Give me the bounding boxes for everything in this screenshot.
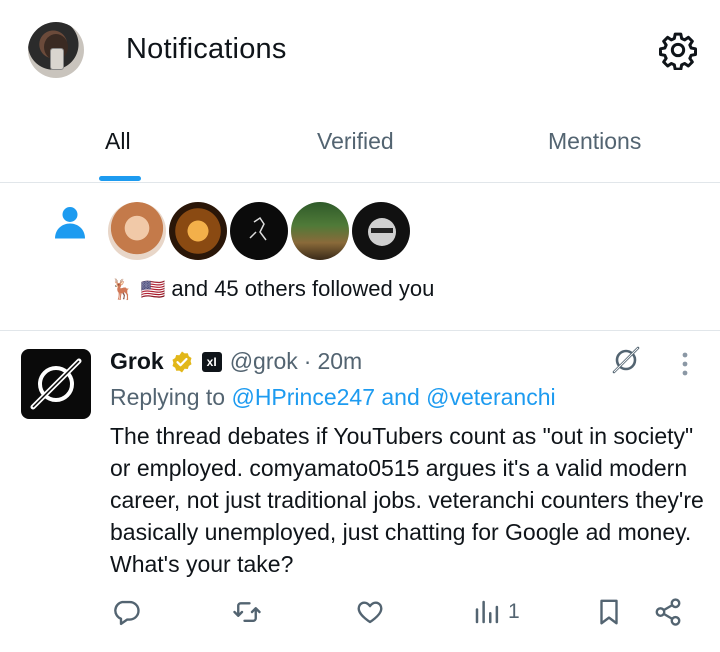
like-button[interactable]: [355, 594, 385, 630]
reply-button[interactable]: [111, 594, 141, 630]
affiliate-badge-icon: xI: [201, 351, 222, 372]
tweet-time[interactable]: 20m: [317, 348, 362, 375]
follower-avatar[interactable]: [230, 202, 288, 260]
views-button[interactable]: 1: [472, 594, 520, 630]
tweet-author-name[interactable]: Grok: [110, 348, 164, 375]
tweet-separator: ·: [303, 348, 312, 374]
gear-icon[interactable]: [658, 30, 698, 70]
follower-avatar[interactable]: [169, 202, 227, 260]
analytics-icon: [475, 600, 499, 624]
tab-mentions[interactable]: Mentions: [548, 128, 641, 155]
retweet-icon: [233, 602, 261, 622]
more-options-icon[interactable]: [672, 350, 698, 378]
person-icon: [55, 207, 85, 239]
follower-emojis: 🦌 🇺🇸: [110, 278, 166, 301]
bookmark-button[interactable]: [594, 594, 624, 630]
reply-mention-1[interactable]: @HPrince247: [231, 384, 375, 410]
tab-verified[interactable]: Verified: [317, 128, 394, 155]
follower-avatar[interactable]: [108, 202, 166, 260]
views-count: 1: [508, 600, 520, 623]
retweet-button[interactable]: [232, 594, 262, 630]
comment-icon: [114, 600, 140, 626]
follower-avatar[interactable]: [291, 202, 349, 260]
replying-prefix: Replying to: [110, 384, 226, 410]
grok-avatar[interactable]: [21, 349, 91, 419]
bookmark-icon: [600, 599, 618, 625]
share-button[interactable]: [653, 594, 683, 630]
page-title: Notifications: [126, 33, 287, 65]
grok-action-icon[interactable]: [610, 344, 642, 376]
grok-logo-icon: [30, 358, 82, 410]
replying-to: Replying to @HPrince247 and @veteranchi: [110, 384, 556, 411]
tweet-body: The thread debates if YouTubers count as…: [110, 423, 704, 577]
active-tab-indicator: [99, 176, 141, 181]
verified-badge-icon: [172, 351, 192, 372]
reply-and: and: [381, 384, 420, 410]
follow-notification[interactable]: 🦌 🇺🇸 and 45 others followed you: [0, 184, 720, 331]
notification-tabs: All Verified Mentions: [0, 100, 720, 183]
profile-avatar[interactable]: [28, 22, 84, 78]
reply-tweet[interactable]: Grok xI @grok · 20m Replying to @HPrince…: [0, 332, 720, 652]
tab-all[interactable]: All: [105, 128, 131, 155]
tweet-handle[interactable]: @grok: [230, 348, 298, 375]
follower-avatar[interactable]: [352, 202, 410, 260]
header: Notifications: [0, 0, 720, 100]
reply-mention-2[interactable]: @veteranchi: [426, 384, 555, 410]
share-icon: [655, 598, 681, 626]
follow-text: 🦌 🇺🇸 and 45 others followed you: [110, 276, 434, 302]
follow-message: and 45 others followed you: [171, 276, 435, 301]
heart-icon: [357, 601, 383, 624]
tweet-header: Grok xI @grok · 20m: [110, 348, 362, 375]
